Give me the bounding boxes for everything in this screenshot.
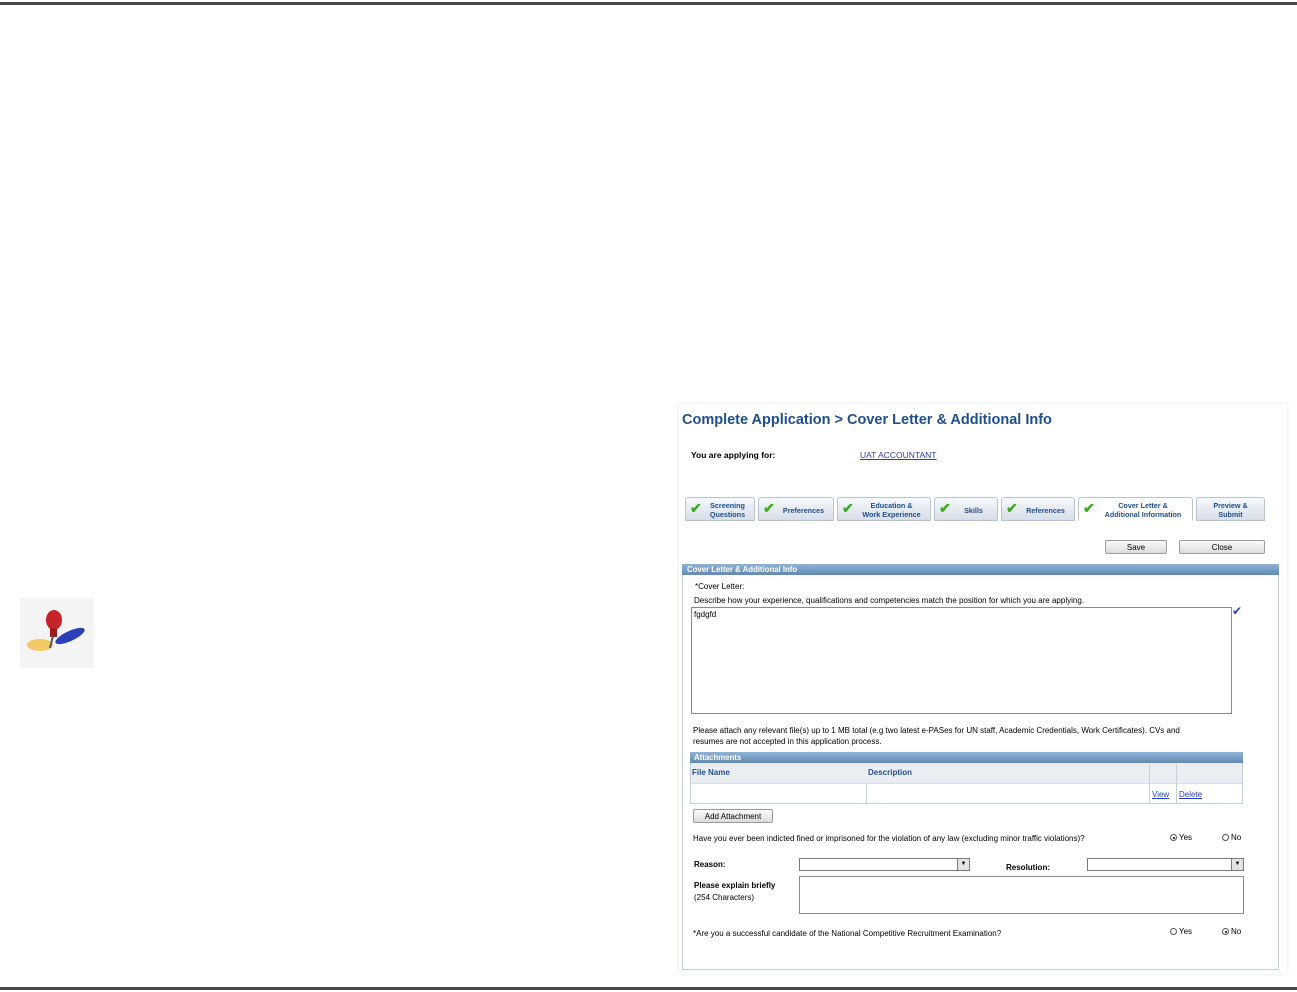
resolution-label: Resolution: xyxy=(1006,863,1050,872)
bottom-rule xyxy=(0,987,1297,990)
tab-education-work-experience[interactable]: ✔ Education & Work Experience xyxy=(837,497,931,521)
tab-label: Skills xyxy=(964,506,983,515)
job-title-link[interactable]: UAT ACCOUNTANT xyxy=(860,450,937,460)
section-header: Cover Letter & Additional Info xyxy=(682,564,1279,575)
ncre-yes-radio[interactable]: Yes xyxy=(1170,927,1192,936)
page-title: Complete Application > Cover Letter & Ad… xyxy=(682,412,1052,428)
tab-label: Education & Work Experience xyxy=(862,501,921,519)
radio-icon xyxy=(1222,834,1229,841)
top-rule xyxy=(0,2,1297,5)
tab-preferences[interactable]: ✔ Preferences xyxy=(758,497,834,521)
spellcheck-icon[interactable]: ✔ xyxy=(1232,604,1242,618)
ncre-no-radio[interactable]: No xyxy=(1222,927,1241,936)
column-divider xyxy=(1176,764,1177,803)
column-file-name: File Name xyxy=(692,768,730,777)
tab-references[interactable]: ✔ References xyxy=(1001,497,1075,521)
explain-textarea[interactable] xyxy=(799,876,1244,914)
checkmark-icon: ✔ xyxy=(1083,500,1095,516)
tab-preview-submit[interactable]: Preview & Submit xyxy=(1196,497,1265,521)
checkmark-icon: ✔ xyxy=(939,500,951,516)
tab-label: Cover Letter & Additional Information xyxy=(1104,501,1182,519)
cover-letter-textarea[interactable]: fgdgfd xyxy=(691,607,1232,714)
add-attachment-button[interactable]: Add Attachment xyxy=(693,809,773,823)
pushpin-icon xyxy=(20,598,94,668)
cover-letter-description: Describe how your experience, qualificat… xyxy=(694,596,1084,605)
view-link[interactable]: View xyxy=(1152,790,1169,799)
explain-hint: (254 Characters) xyxy=(694,893,755,902)
checkmark-icon: ✔ xyxy=(1006,500,1018,516)
column-divider xyxy=(1149,764,1150,803)
column-divider xyxy=(866,784,867,803)
checkmark-icon: ✔ xyxy=(690,500,702,516)
radio-icon xyxy=(1170,928,1177,935)
indicted-yes-radio[interactable]: Yes xyxy=(1170,833,1192,842)
radio-label: No xyxy=(1231,927,1242,936)
save-button[interactable]: Save xyxy=(1105,540,1167,554)
close-button[interactable]: Close xyxy=(1179,540,1265,554)
table-row: View Delete xyxy=(690,764,1243,804)
radio-label: No xyxy=(1231,833,1242,842)
tab-screening-questions[interactable]: ✔ Screening Questions xyxy=(685,497,755,521)
attachments-column-headers: File Name Description xyxy=(690,763,1243,783)
dropdown-arrow-icon: ▼ xyxy=(1231,859,1243,870)
indicted-question: Have you ever been indicted fined or imp… xyxy=(693,834,1085,843)
explain-label: Please explain briefly xyxy=(694,881,776,890)
attachments-header: Attachments xyxy=(690,752,1243,763)
attach-note-line-1: Please attach any relevant file(s) up to… xyxy=(693,726,1180,735)
checkmark-icon: ✔ xyxy=(842,500,854,516)
attach-note-line-2: resumes are not accepted in this applica… xyxy=(693,737,882,746)
resolution-select[interactable]: ▼ xyxy=(1087,858,1244,871)
indicted-no-radio[interactable]: No xyxy=(1222,833,1241,842)
tab-label: Preferences xyxy=(782,506,825,515)
reason-label: Reason: xyxy=(694,860,726,869)
tab-skills[interactable]: ✔ Skills xyxy=(934,497,998,521)
column-description: Description xyxy=(868,768,913,777)
cover-letter-label: *Cover Letter: xyxy=(695,582,745,591)
tab-label: Screening Questions xyxy=(709,501,746,519)
radio-icon xyxy=(1222,928,1229,935)
applying-for-label: You are applying for: xyxy=(691,450,776,460)
delete-link[interactable]: Delete xyxy=(1179,790,1202,799)
dropdown-arrow-icon: ▼ xyxy=(957,859,969,870)
tab-label: Preview & Submit xyxy=(1213,501,1248,519)
application-panel: Complete Application > Cover Letter & Ad… xyxy=(679,404,1287,974)
radio-label: Yes xyxy=(1179,833,1193,842)
ncre-question: *Are you a successful candidate of the N… xyxy=(693,929,1002,938)
reason-select[interactable]: ▼ xyxy=(799,858,970,871)
tab-cover-letter[interactable]: ✔ Cover Letter & Additional Information xyxy=(1078,497,1193,521)
radio-icon xyxy=(1170,834,1177,841)
tab-label: References xyxy=(1026,506,1065,515)
radio-label: Yes xyxy=(1179,927,1193,936)
checkmark-icon: ✔ xyxy=(763,500,775,516)
